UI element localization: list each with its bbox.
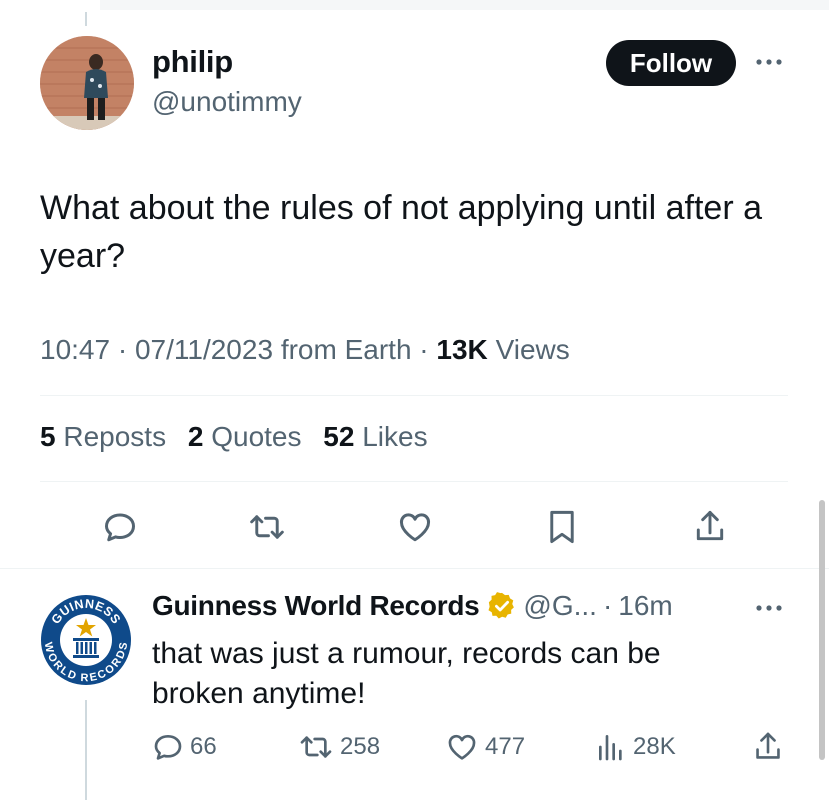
likes-stat[interactable]: 52 Likes — [323, 421, 427, 452]
top-edge-bar — [100, 0, 829, 10]
reposts-stat[interactable]: 5 Reposts — [40, 421, 166, 452]
likes-label: Likes — [362, 421, 428, 452]
reply-replies-count: 66 — [190, 733, 217, 760]
like-icon[interactable] — [395, 507, 435, 547]
tweet-date[interactable]: 07/11/2023 — [135, 334, 273, 365]
engagement-stats: 5 Reposts 2 Quotes 52 Likes — [40, 421, 442, 453]
reply-reposts-count: 258 — [340, 733, 381, 760]
like-icon — [448, 734, 476, 760]
follow-button[interactable]: Follow — [606, 40, 736, 86]
tweet-time[interactable]: 10:47 — [40, 334, 110, 365]
reply-dot-separator: · — [602, 590, 613, 621]
reply-icon[interactable] — [100, 507, 140, 547]
views-icon — [599, 735, 622, 761]
quotes-label: Quotes — [211, 421, 302, 452]
repost-icon — [300, 736, 332, 758]
reposts-count: 5 — [40, 421, 56, 452]
reply-share-action[interactable] — [752, 730, 790, 764]
reply-likes-count: 477 — [485, 733, 526, 760]
author-name[interactable]: philip — [152, 44, 233, 80]
reply-views-count: 28K — [633, 733, 676, 760]
verified-badge-icon[interactable] — [487, 591, 517, 621]
views-count: 13K — [436, 334, 488, 365]
thread-line — [85, 12, 87, 26]
tweet-source: from Earth — [280, 334, 412, 365]
quotes-stat[interactable]: 2 Quotes — [188, 421, 302, 452]
repost-icon[interactable] — [247, 507, 287, 547]
reply-header: Guinness World Records @G... · 16m — [152, 590, 673, 622]
reply-reposts-action[interactable]: 258 — [298, 730, 380, 764]
reply-more-icon[interactable] — [752, 598, 786, 618]
author-avatar[interactable] — [40, 36, 134, 130]
reply-icon — [154, 735, 182, 760]
bookmark-icon[interactable] — [542, 507, 582, 547]
divider — [40, 481, 788, 482]
author-handle[interactable]: @unotimmy — [152, 86, 302, 118]
divider — [40, 395, 788, 396]
reply-text: that was just a rumour, records can be b… — [152, 637, 661, 710]
share-icon[interactable] — [690, 507, 730, 547]
reply-author-name[interactable]: Guinness World Records — [152, 590, 480, 622]
share-icon — [756, 732, 780, 759]
reply-thread-line — [85, 700, 87, 800]
likes-count: 52 — [323, 421, 355, 452]
quotes-count: 2 — [187, 421, 204, 452]
reposts-label: Reposts — [63, 421, 167, 452]
tweet-meta: 10:47 · 07/11/2023 from Earth · 13K View… — [40, 334, 570, 365]
gwr-avatar[interactable]: GUINNESS WORLD RECORDS — [38, 592, 134, 688]
tweet-reply-separator — [0, 568, 829, 569]
reply-author-handle[interactable]: @G... — [523, 590, 597, 622]
reply-views-action[interactable]: 28K — [595, 730, 676, 764]
tweet-text: What about the rules of not applying unt… — [40, 189, 763, 275]
reply-likes-action[interactable]: 477 — [445, 730, 525, 764]
scrollbar[interactable] — [819, 500, 825, 760]
reply-replies-action[interactable]: 66 — [152, 730, 217, 764]
views-label: Views — [495, 334, 570, 365]
reply-time[interactable]: 16m — [618, 590, 672, 622]
more-icon[interactable] — [752, 52, 786, 72]
